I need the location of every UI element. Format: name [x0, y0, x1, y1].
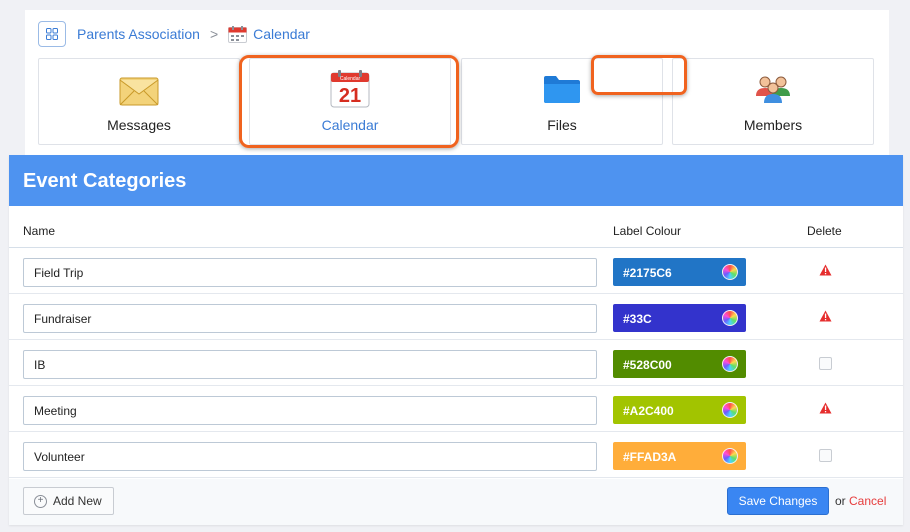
or-text: or — [835, 494, 846, 508]
tile-label: Members — [743, 117, 803, 133]
apps-grid-icon — [46, 28, 58, 40]
colour-value: #33C — [623, 312, 652, 326]
event-categories-card: Event Categories Name Label Colour Delet… — [9, 155, 903, 525]
category-name-input[interactable] — [23, 350, 597, 379]
calendar-icon: Calendar 21 — [330, 70, 370, 108]
breadcrumb-separator: > — [209, 26, 219, 42]
members-icon — [753, 71, 793, 107]
colour-picker[interactable]: #FFAD3A — [613, 442, 746, 470]
colour-value: #A2C400 — [623, 404, 674, 418]
colour-value: #2175C6 — [623, 266, 672, 280]
tile-calendar[interactable]: Calendar 21 Calendar — [249, 58, 451, 145]
colour-wheel-icon[interactable] — [722, 264, 738, 280]
table-row: #FFAD3A — [9, 432, 903, 478]
breadcrumb-root-link[interactable]: Parents Association — [77, 26, 200, 42]
tile-label: Files — [547, 117, 577, 133]
breadcrumb: Parents Association > Calendar — [38, 21, 310, 47]
column-header-label-colour: Label Colour — [613, 224, 682, 238]
category-name-input[interactable] — [23, 258, 597, 287]
delete-checkbox[interactable] — [818, 357, 832, 370]
delete-cell[interactable] — [812, 356, 838, 372]
category-name-input[interactable] — [23, 304, 597, 333]
delete-cell[interactable] — [812, 310, 838, 326]
colour-wheel-icon[interactable] — [722, 448, 738, 464]
table-row: #528C00 — [9, 340, 903, 386]
cancel-link[interactable]: Cancel — [849, 494, 886, 508]
colour-wheel-icon[interactable] — [722, 356, 738, 372]
tile-label: Calendar — [321, 117, 379, 133]
category-name-input[interactable] — [23, 396, 597, 425]
envelope-icon — [119, 71, 159, 107]
delete-cell[interactable] — [812, 402, 838, 418]
colour-wheel-icon[interactable] — [722, 402, 738, 418]
table-row: #A2C400 — [9, 386, 903, 432]
colour-picker[interactable]: #2175C6 — [613, 258, 746, 286]
table-header: Name Label Colour Delete — [9, 206, 903, 248]
column-header-delete: Delete — [807, 224, 842, 238]
add-new-label: Add New — [53, 494, 102, 508]
folder-icon — [543, 71, 581, 107]
delete-cell[interactable] — [812, 448, 838, 464]
warning-icon[interactable] — [819, 264, 832, 276]
card-footer: + Add New Save Changes or Cancel — [9, 479, 903, 525]
category-name-input[interactable] — [23, 442, 597, 471]
breadcrumb-current: Calendar — [253, 26, 310, 42]
colour-picker[interactable]: #33C — [613, 304, 746, 332]
calendar-small-icon — [228, 25, 248, 43]
calendar-icon-month: Calendar — [340, 76, 361, 82]
group-nav-panel: Parents Association > Calendar Messages … — [25, 10, 889, 160]
table-row: #2175C6 — [9, 248, 903, 294]
tile-files[interactable]: Files — [461, 58, 663, 145]
column-header-name: Name — [23, 224, 56, 238]
colour-picker[interactable]: #528C00 — [613, 350, 746, 378]
colour-wheel-icon[interactable] — [722, 310, 738, 326]
apps-grid-button[interactable] — [38, 21, 66, 47]
add-new-button[interactable]: + Add New — [23, 487, 114, 515]
plus-circle-icon: + — [34, 494, 47, 508]
colour-picker[interactable]: #A2C400 — [613, 396, 746, 424]
delete-checkbox[interactable] — [818, 449, 832, 462]
card-title: Event Categories — [9, 155, 903, 206]
table-row: #33C — [9, 294, 903, 340]
warning-icon[interactable] — [819, 402, 832, 414]
tile-members[interactable]: Members — [672, 58, 874, 145]
tile-label: Messages — [107, 117, 171, 133]
colour-value: #FFAD3A — [623, 450, 677, 464]
calendar-icon-day: 21 — [339, 85, 361, 107]
delete-cell[interactable] — [812, 264, 838, 280]
warning-icon[interactable] — [819, 310, 832, 322]
tile-messages[interactable]: Messages — [38, 58, 240, 145]
save-changes-button[interactable]: Save Changes — [727, 487, 829, 515]
colour-value: #528C00 — [623, 358, 672, 372]
